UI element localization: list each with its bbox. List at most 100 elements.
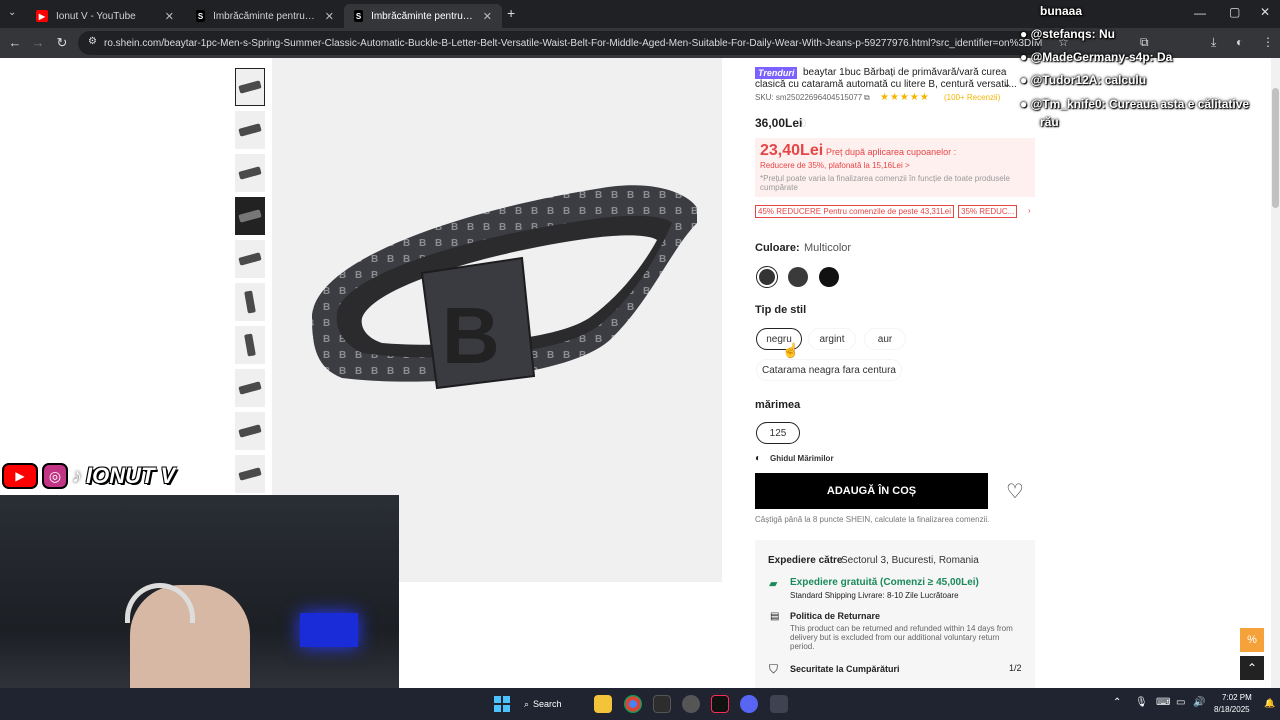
thumbnail[interactable]	[235, 154, 265, 192]
security-pager[interactable]: 1/2	[1009, 663, 1022, 673]
taskbar-time[interactable]: 7:02 PM	[1222, 693, 1252, 702]
chat-message: ● @MadeGermany-s4p: Da	[1020, 50, 1172, 64]
shield-icon: ⛉	[769, 662, 779, 676]
style-option-catarama[interactable]: Catarama neagra fara centura	[756, 359, 902, 381]
notifications-icon[interactable]: 🔔	[1264, 698, 1275, 709]
search-icon: ⌕	[524, 698, 530, 709]
returns-title: Politica de Returnare	[790, 611, 881, 621]
discord-icon[interactable]	[740, 695, 758, 713]
thumbnail[interactable]	[235, 240, 265, 278]
shipping-location[interactable]: Sectorul 3, Bucuresti, Romania	[841, 555, 979, 566]
size-guide-link[interactable]: Ghidul Mărimilor	[770, 454, 834, 463]
forward-icon[interactable]: →	[27, 35, 49, 50]
page-scrollbar[interactable]	[1271, 58, 1280, 688]
color-swatch-selected[interactable]	[756, 266, 778, 288]
youtube-icon: ▶	[36, 10, 48, 22]
social-overlay: ▶ ◎ ♪ IONUT V	[2, 463, 175, 489]
back-icon[interactable]: ←	[4, 35, 26, 50]
url-input[interactable]: ro.shein.com/beaytar-1pc-Men-s-Spring-Su…	[78, 31, 1042, 55]
thumbnail[interactable]	[235, 326, 265, 364]
youtube-logo-icon: ▶	[2, 463, 38, 489]
tiktok-icon[interactable]	[711, 695, 729, 713]
expand-title-icon[interactable]: ⌄	[1003, 79, 1011, 90]
terminal-icon[interactable]	[653, 695, 671, 713]
window-close-icon[interactable]: ✕	[1260, 5, 1270, 19]
style-option-aur[interactable]: aur	[864, 328, 906, 350]
chat-text: Nu	[1098, 27, 1115, 41]
mic-icon[interactable]: 🎙	[1135, 697, 1148, 708]
chat-user: @Tudor12A:	[1030, 73, 1102, 87]
copy-icon[interactable]: ⧉	[864, 93, 870, 103]
tray-chevron-icon[interactable]: ⌃	[1113, 697, 1121, 708]
tiktok-logo-icon: ♪	[72, 464, 82, 487]
thumbnail[interactable]	[235, 283, 265, 321]
chat-text: Cureaua asta e călitative	[1109, 97, 1250, 111]
close-icon[interactable]: ✕	[483, 10, 492, 23]
price-info-icon[interactable]: ⓘ	[798, 118, 806, 129]
reviews-link[interactable]: (100+ Recenzii)	[944, 93, 1000, 102]
chat-text: calculu	[1104, 73, 1147, 87]
back-to-top-button[interactable]: ⌃	[1240, 656, 1264, 680]
wishlist-heart-icon[interactable]: ♡	[1006, 479, 1024, 504]
reload-icon[interactable]: ↻	[51, 35, 73, 51]
download-icon[interactable]: ⤓	[1211, 35, 1216, 50]
tab-shein-2[interactable]: S Îmbrăcăminte pentru femei și b ✕	[344, 4, 502, 28]
svg-text:B: B	[442, 291, 500, 380]
taskbar-date[interactable]: 8/18/2025	[1214, 705, 1250, 714]
taskbar-search[interactable]: ⌕ Search	[524, 694, 584, 714]
network-icon[interactable]: ▭	[1176, 697, 1185, 708]
chat-user: @Tm_knife0:	[1030, 97, 1106, 111]
maximize-icon[interactable]: ▢	[1229, 5, 1240, 19]
start-button[interactable]	[494, 696, 510, 712]
file-explorer-icon[interactable]	[594, 695, 612, 713]
color-swatch[interactable]	[819, 267, 839, 287]
promo-note: *Prețul poate varia la finalizarea comen…	[760, 174, 1010, 183]
tab-list-chevron-icon[interactable]: ⌄	[8, 7, 16, 18]
tab-bar: ⌄ ▶ Ionut V - YouTube ✕ S Îmbrăcăminte p…	[0, 0, 1280, 28]
profile-icon[interactable]: ◐	[1236, 35, 1243, 49]
extensions-icon[interactable]: ⧉	[1140, 35, 1149, 50]
chrome-icon[interactable]	[624, 695, 642, 713]
add-to-cart-button[interactable]: ADAUGĂ ÎN COȘ	[755, 473, 988, 509]
rating-stars: ★★★★★	[880, 92, 930, 103]
keyboard-icon[interactable]: ⌨	[1156, 697, 1170, 708]
tab-title: Ionut V - YouTube	[56, 10, 136, 22]
thumbnail[interactable]	[235, 68, 265, 106]
thumbnail[interactable]	[235, 412, 265, 450]
thumbnail[interactable]	[235, 111, 265, 149]
calculator-icon[interactable]	[770, 695, 788, 713]
new-tab-button[interactable]: +	[507, 5, 515, 21]
thumbnail[interactable]	[235, 197, 265, 235]
chat-header: bunaaa	[1040, 4, 1083, 18]
chat-message: ● @Tm_knife0: Cureaua asta e călitative	[1020, 97, 1249, 111]
coupon-next-icon[interactable]: ›	[1028, 206, 1031, 215]
volume-icon[interactable]: 🔊	[1193, 697, 1205, 708]
chat-message: ● @stefanqs: Nu	[1020, 27, 1115, 41]
coupon-chip[interactable]: 45% REDUCERE Pentru comenzile de peste 4…	[755, 205, 954, 218]
style-option-argint[interactable]: argint	[808, 328, 856, 350]
returns-icon: ▤	[770, 611, 780, 622]
tv-screen	[300, 613, 358, 647]
coupon-chip[interactable]: 35% REDUC...	[958, 205, 1018, 218]
tab-title: Îmbrăcăminte pentru femei și b	[371, 10, 475, 22]
truck-icon: ▰	[769, 578, 778, 590]
product-title-line2: clasică cu cataramă automată cu litere B…	[755, 79, 1017, 90]
app-icon[interactable]	[682, 695, 700, 713]
minimize-icon[interactable]: —	[1194, 6, 1206, 20]
scrollbar-thumb[interactable]	[1272, 88, 1279, 208]
close-icon[interactable]: ✕	[325, 10, 334, 23]
coupon-float-icon[interactable]: %	[1240, 628, 1264, 652]
close-icon[interactable]: ✕	[165, 10, 174, 23]
thumbnail[interactable]	[235, 455, 265, 493]
size-option-125[interactable]: 125	[756, 422, 800, 444]
tab-youtube[interactable]: ▶ Ionut V - YouTube ✕	[26, 4, 184, 28]
menu-icon[interactable]: ⋮	[1262, 35, 1274, 49]
chat-message: ● @Tudor12A: calculu	[1020, 73, 1146, 87]
avatar: ●	[1020, 50, 1028, 64]
site-info-icon[interactable]: ⚙	[88, 36, 97, 47]
thumbnail[interactable]	[235, 369, 265, 407]
tab-shein-1[interactable]: S Îmbrăcăminte pentru femei și b ✕	[186, 4, 344, 28]
instagram-logo-icon: ◎	[42, 463, 68, 489]
color-swatch[interactable]	[788, 267, 808, 287]
promo-discount[interactable]: Reducere de 35%, plafonată la 15,16Lei >	[760, 161, 910, 170]
